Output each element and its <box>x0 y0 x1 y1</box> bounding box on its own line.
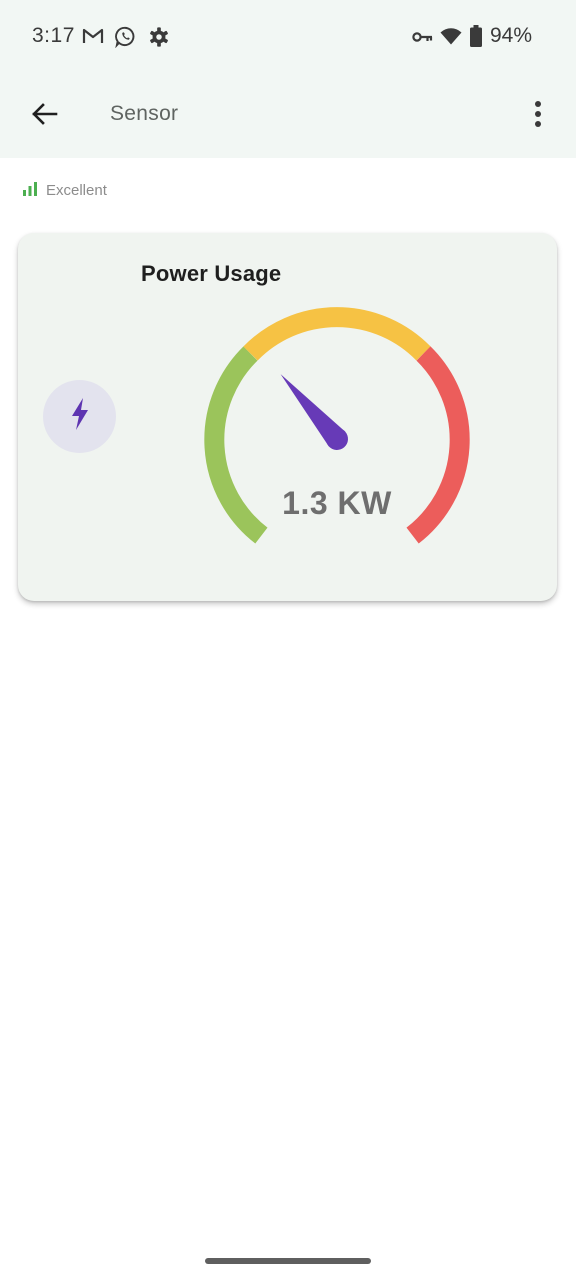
home-indicator[interactable] <box>205 1258 371 1264</box>
gauge-needle <box>280 374 348 450</box>
arrow-back-icon <box>30 102 58 131</box>
page-title: Sensor <box>110 102 179 125</box>
battery-icon <box>470 25 482 52</box>
back-button[interactable] <box>22 94 66 138</box>
more-vert-icon <box>534 100 542 133</box>
status-bar: 3:17 94% <box>0 0 576 74</box>
bolt-icon <box>69 397 91 436</box>
app-bar: Sensor <box>0 74 576 158</box>
signal-quality-label: Excellent <box>46 181 107 199</box>
battery-percentage: 94% <box>489 24 532 47</box>
vpn-key-icon <box>412 30 434 49</box>
settings-gear-icon <box>148 26 170 53</box>
gmail-icon <box>82 27 104 50</box>
wifi-icon <box>440 27 462 50</box>
whatsapp-icon <box>114 25 137 53</box>
gauge-segment-yellow <box>243 307 431 361</box>
signal-bars-icon <box>22 180 38 201</box>
power-icon-badge <box>43 380 116 453</box>
power-usage-card[interactable]: Power Usage 1.3 KW <box>18 233 557 601</box>
card-title: Power Usage <box>141 261 282 286</box>
power-usage-value: 1.3 KW <box>282 485 392 521</box>
signal-quality: Excellent <box>22 178 107 202</box>
more-options-button[interactable] <box>516 94 560 138</box>
status-time: 3:17 <box>32 24 75 47</box>
